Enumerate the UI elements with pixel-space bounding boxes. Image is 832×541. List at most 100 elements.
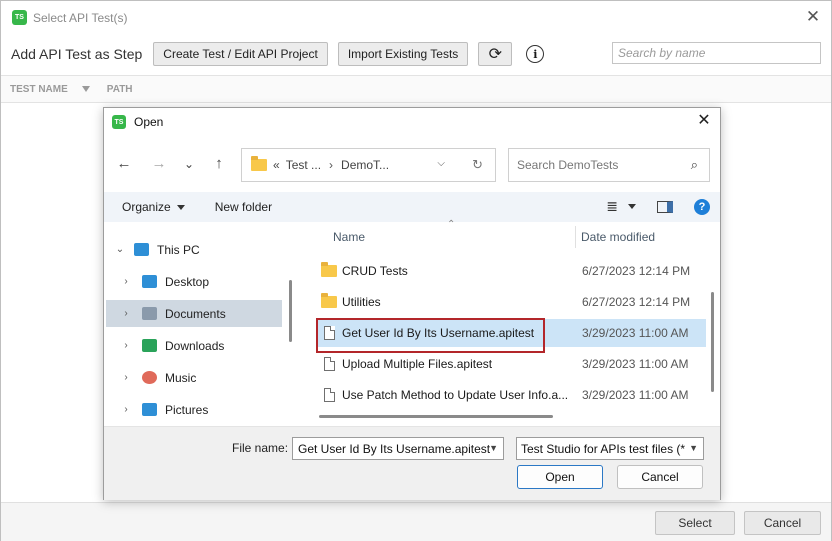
expand-chevron-icon[interactable]: › [120,340,132,351]
open-button[interactable]: Open [517,465,603,489]
filter-icon[interactable] [81,86,90,92]
dialog-search-placeholder: Search DemoTests [517,158,619,172]
file-date: 3/29/2023 11:00 AM [582,326,689,340]
column-date-modified[interactable]: Date modified [581,230,655,244]
file-date: 3/29/2023 11:00 AM [582,357,689,371]
organize-label: Organize [122,200,171,214]
window-close-icon[interactable]: ✕ [803,7,823,27]
breadcrumb-separator: › [329,158,334,172]
file-list-vertical-scrollbar[interactable] [711,292,714,392]
dialog-titlebar: TS Open ✕ [104,108,720,136]
column-path[interactable]: PATH [107,84,133,95]
dialog-search-input[interactable]: Search DemoTests ⌕ [508,148,710,182]
address-refresh-icon[interactable]: ↻ [472,157,483,173]
nav-label-downloads: Downloads [165,338,225,353]
desktop-icon [142,275,157,288]
documents-icon [142,307,157,320]
file-date: 3/29/2023 11:00 AM [582,388,689,402]
preview-pane-icon[interactable] [657,200,673,213]
download-icon [142,339,157,352]
column-test-name[interactable]: TEST NAME [10,84,68,95]
file-name: Upload Multiple Files.apitest [342,357,493,371]
file-list-header: ⌃ Name Date modified [304,219,706,250]
chevron-down-icon[interactable]: ▼ [489,443,498,453]
refresh-icon: ⟳ [488,46,502,63]
command-bar: Organize New folder ≣ ? [104,192,720,222]
file-type-value: Test Studio for APIs test files (* [521,441,686,456]
file-row[interactable]: Utilities 6/27/2023 12:14 PM [316,288,706,316]
page-heading: Add API Test as Step [11,46,143,62]
back-arrow-icon[interactable]: ← [114,154,134,174]
sort-ascending-icon: ⌃ [447,219,456,230]
file-name-value: Get User Id By Its Username.apitest [298,441,491,456]
nav-label-desktop: Desktop [165,274,210,289]
file-name: Use Patch Method to Update User Info.a..… [342,388,569,402]
column-divider[interactable] [575,226,576,248]
folder-icon [321,262,337,277]
help-icon[interactable]: ? [694,198,710,215]
file-row[interactable]: CRUD Tests 6/27/2023 12:14 PM [316,257,706,285]
nav-item-downloads[interactable]: › Downloads [120,332,300,359]
address-dropdown-icon[interactable]: ⌵ [437,158,445,169]
folder-icon [321,293,337,308]
dialog-logo: TS [112,115,126,129]
nav-item-desktop[interactable]: › Desktop [120,268,300,295]
expand-chevron-icon[interactable]: › [120,404,132,415]
organize-menu[interactable]: Organize [122,200,185,214]
file-row[interactable]: Upload Multiple Files.apitest 3/29/2023 … [316,350,706,378]
nav-item-music[interactable]: › Music [120,364,300,391]
nav-label-this-pc: This PC [157,242,200,257]
file-name: Utilities [342,295,381,309]
import-tests-button[interactable]: Import Existing Tests [337,42,469,66]
dialog-cancel-button[interactable]: Cancel [617,465,703,489]
dialog-title: Open [134,115,164,129]
cancel-button[interactable]: Cancel [744,511,821,535]
file-row[interactable]: Use Patch Method to Update User Info.a..… [316,381,706,409]
info-icon[interactable]: i [526,45,545,63]
address-bar[interactable]: « Test ... › DemoT... ⌵ ↻ [241,148,496,182]
nav-item-documents[interactable]: › Documents [106,300,282,327]
main-toolbar: Add API Test as Step Create Test / Edit … [1,39,831,69]
expand-chevron-icon[interactable]: › [120,276,132,287]
file-list-horizontal-scrollbar[interactable] [319,415,553,418]
refresh-button[interactable]: ⟳ [478,42,513,66]
expand-chevron-icon[interactable]: › [120,308,132,319]
expand-chevron-icon[interactable]: ⌄ [114,244,126,255]
file-date: 6/27/2023 12:14 PM [582,295,691,309]
selected-file-highlight [316,318,545,353]
view-options-icon[interactable]: ≣ [606,198,618,215]
select-button[interactable]: Select [655,511,735,535]
document-icon [324,357,335,371]
nav-item-pictures[interactable]: › Pictures [120,396,300,423]
breadcrumb-demotests[interactable]: DemoT... [341,158,389,172]
navigation-pane: ⌄ This PC › Desktop › Documents › Downlo… [104,222,292,427]
address-prefix: « [273,158,280,172]
folder-icon [251,156,267,171]
expand-chevron-icon[interactable]: › [120,372,132,383]
music-icon [142,371,157,384]
file-name-label: File name: [232,441,289,455]
pictures-icon [142,403,157,416]
dialog-bottom-panel: File name: Get User Id By Its Username.a… [104,426,720,500]
search-tests-input[interactable]: Search by name [612,42,821,64]
file-type-select[interactable]: Test Studio for APIs test files (* ▼ [516,437,704,460]
recent-locations-icon[interactable]: ⌄ [179,154,199,174]
file-name-combobox[interactable]: Get User Id By Its Username.apitest ▼ [292,437,504,460]
nav-pane-scrollbar[interactable] [289,280,292,342]
open-file-dialog: TS Open ✕ ← → ⌄ ↑ « Test ... › DemoT... … [103,107,721,500]
app-logo: TS [12,10,27,25]
file-date: 6/27/2023 12:14 PM [582,264,691,278]
new-folder-button[interactable]: New folder [215,200,272,214]
view-controls: ≣ ? [606,198,710,215]
forward-arrow-icon[interactable]: → [149,154,169,174]
navigation-row: ← → ⌄ ↑ « Test ... › DemoT... ⌵ ↻ Search… [104,146,720,182]
window-titlebar: TS Select API Test(s) ✕ [1,1,831,34]
nav-item-this-pc[interactable]: ⌄ This PC [114,236,294,263]
breadcrumb-test[interactable]: Test ... [286,158,321,172]
up-arrow-icon[interactable]: ↑ [209,154,229,174]
chevron-down-icon[interactable]: ▼ [687,443,698,453]
create-test-button[interactable]: Create Test / Edit API Project [153,42,328,66]
dialog-close-icon[interactable]: ✕ [694,111,714,131]
column-name[interactable]: Name [333,230,365,244]
view-options-caret-icon[interactable] [628,204,636,209]
